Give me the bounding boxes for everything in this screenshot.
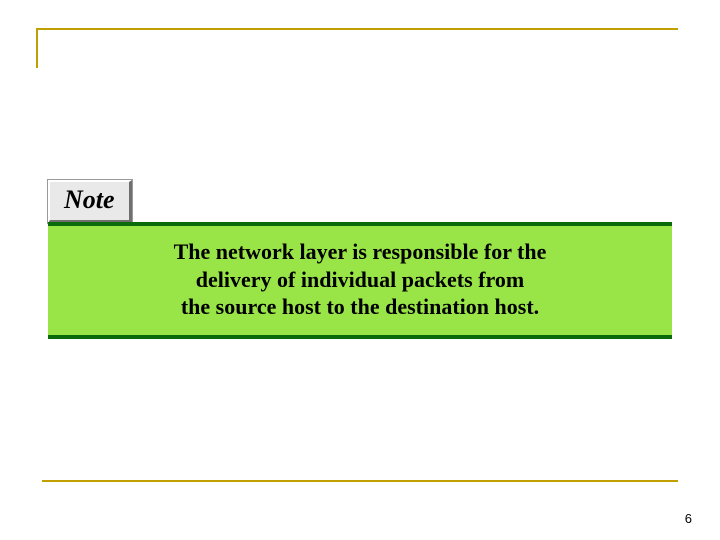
page-number: 6 <box>685 511 692 526</box>
slide: Note The network layer is responsible fo… <box>0 0 720 540</box>
note-text: The network layer is responsible for the… <box>68 238 652 321</box>
note-line-1: The network layer is responsible for the <box>68 238 652 266</box>
bottom-rule <box>42 480 678 482</box>
note-box: The network layer is responsible for the… <box>48 222 672 339</box>
note-line-2: delivery of individual packets from <box>68 266 652 294</box>
top-rule <box>36 28 678 30</box>
note-badge-label: Note <box>64 185 115 214</box>
top-rule-tick <box>36 28 38 68</box>
note-badge: Note <box>48 180 132 223</box>
note-line-3: the source host to the destination host. <box>68 293 652 321</box>
